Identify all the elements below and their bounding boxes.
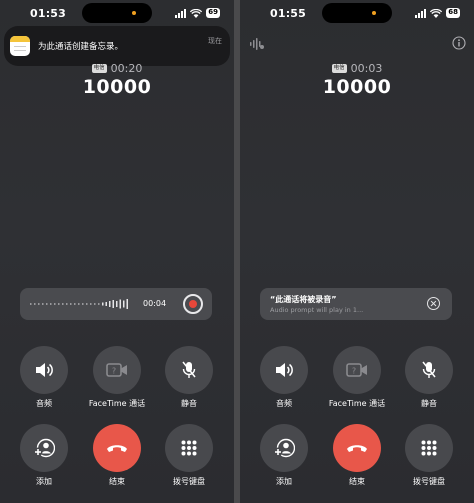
call-timer: 00:20 xyxy=(110,62,143,75)
mute-control[interactable]: 静音 xyxy=(159,346,219,409)
end-call-button[interactable] xyxy=(93,424,141,472)
keypad-control[interactable]: 拨号键盘 xyxy=(399,424,459,487)
add-contact-icon xyxy=(273,438,295,458)
status-bar: 01:53 69 xyxy=(0,0,234,28)
end-call-control[interactable]: 结束 xyxy=(327,424,387,487)
mute-button[interactable] xyxy=(405,346,453,394)
notes-app-icon xyxy=(10,36,30,56)
battery-indicator: 69 xyxy=(206,8,220,18)
facetime-button[interactable]: ? xyxy=(93,346,141,394)
keypad-button[interactable] xyxy=(405,424,453,472)
recording-elapsed: 00:04 xyxy=(143,299,167,308)
caller-number: 10000 xyxy=(82,76,152,98)
phone-screen-right: 01:55 68 电信 00:03 10000 “此通话将被录音” Audio … xyxy=(240,0,474,503)
status-bar: 01:55 68 xyxy=(240,0,474,28)
mute-button[interactable] xyxy=(165,346,213,394)
recording-alert-title: “此通话将被录音” xyxy=(270,295,337,304)
recording-alert-subtitle: Audio prompt will play in 1... xyxy=(270,306,364,314)
facetime-label: FaceTime 通话 xyxy=(88,399,146,408)
cellular-signal-icon xyxy=(415,8,427,18)
wifi-icon xyxy=(190,8,203,18)
carrier-badge: 电信 xyxy=(331,64,347,73)
status-time: 01:53 xyxy=(30,7,67,20)
status-time: 01:55 xyxy=(270,7,307,20)
add-call-control[interactable]: 添加 xyxy=(14,424,74,487)
mute-icon xyxy=(182,361,196,378)
dynamic-island xyxy=(82,3,152,23)
end-call-control[interactable]: 结束 xyxy=(87,424,147,487)
keypad-button[interactable] xyxy=(165,424,213,472)
recording-waveform xyxy=(30,299,128,309)
audio-button[interactable] xyxy=(260,346,308,394)
svg-text:?: ? xyxy=(352,367,356,376)
audio-control[interactable]: 音频 xyxy=(14,346,74,409)
cellular-signal-icon xyxy=(175,8,187,18)
notification-banner[interactable]: 为此通话创建备忘录。 现在 xyxy=(4,26,230,66)
record-dot-icon xyxy=(189,300,197,308)
keypad-icon xyxy=(421,440,437,456)
keypad-label: 拨号键盘 xyxy=(173,477,205,486)
info-icon[interactable] xyxy=(452,36,466,50)
facetime-control[interactable]: ? FaceTime 通话 xyxy=(327,346,387,409)
add-call-label: 添加 xyxy=(36,477,52,486)
end-call-label: 结束 xyxy=(109,477,125,486)
add-call-label: 添加 xyxy=(276,477,292,486)
mute-control[interactable]: 静音 xyxy=(399,346,459,409)
keypad-control[interactable]: 拨号键盘 xyxy=(159,424,219,487)
caller-number: 10000 xyxy=(322,76,392,98)
recording-alert-panel: “此通话将被录音” Audio prompt will play in 1... xyxy=(260,288,452,320)
wifi-icon xyxy=(430,8,443,18)
notification-text: 为此通话创建备忘录。 xyxy=(38,42,124,52)
audio-label: 音频 xyxy=(36,399,52,408)
facetime-button[interactable]: ? xyxy=(333,346,381,394)
live-waveform-icon[interactable] xyxy=(250,38,264,50)
facetime-icon: ? xyxy=(346,363,367,377)
notification-time: 现在 xyxy=(208,37,222,45)
stop-recording-button[interactable] xyxy=(183,294,203,314)
recording-indicator-dot xyxy=(372,11,376,15)
mute-label: 静音 xyxy=(181,399,197,408)
keypad-label: 拨号键盘 xyxy=(413,477,445,486)
mute-label: 静音 xyxy=(421,399,437,408)
add-call-button[interactable] xyxy=(260,424,308,472)
keypad-icon xyxy=(181,440,197,456)
recording-indicator-dot xyxy=(132,11,136,15)
speaker-icon xyxy=(36,363,53,377)
close-alert-icon[interactable] xyxy=(427,297,440,310)
speaker-icon xyxy=(276,363,293,377)
call-status-row: 电信 00:03 xyxy=(240,62,474,75)
mute-icon xyxy=(422,361,436,378)
add-call-button[interactable] xyxy=(20,424,68,472)
audio-button[interactable] xyxy=(20,346,68,394)
call-status-row: 电信 00:20 xyxy=(0,62,234,75)
dynamic-island xyxy=(322,3,392,23)
audio-label: 音频 xyxy=(276,399,292,408)
end-call-button[interactable] xyxy=(333,424,381,472)
battery-indicator: 68 xyxy=(446,8,460,18)
end-call-icon xyxy=(107,445,127,452)
add-call-control[interactable]: 添加 xyxy=(254,424,314,487)
facetime-label: FaceTime 通话 xyxy=(328,399,386,408)
add-contact-icon xyxy=(33,438,55,458)
phone-screen-left: 01:53 69 为此通话创建备忘录。 现在 电信 00:20 10000 00… xyxy=(0,0,234,503)
audio-control[interactable]: 音频 xyxy=(254,346,314,409)
svg-text:?: ? xyxy=(112,367,116,376)
recording-panel: 00:04 xyxy=(20,288,212,320)
end-call-label: 结束 xyxy=(349,477,365,486)
carrier-badge: 电信 xyxy=(91,64,107,73)
end-call-icon xyxy=(347,445,367,452)
facetime-icon: ? xyxy=(106,363,127,377)
call-timer: 00:03 xyxy=(350,62,383,75)
facetime-control[interactable]: ? FaceTime 通话 xyxy=(87,346,147,409)
